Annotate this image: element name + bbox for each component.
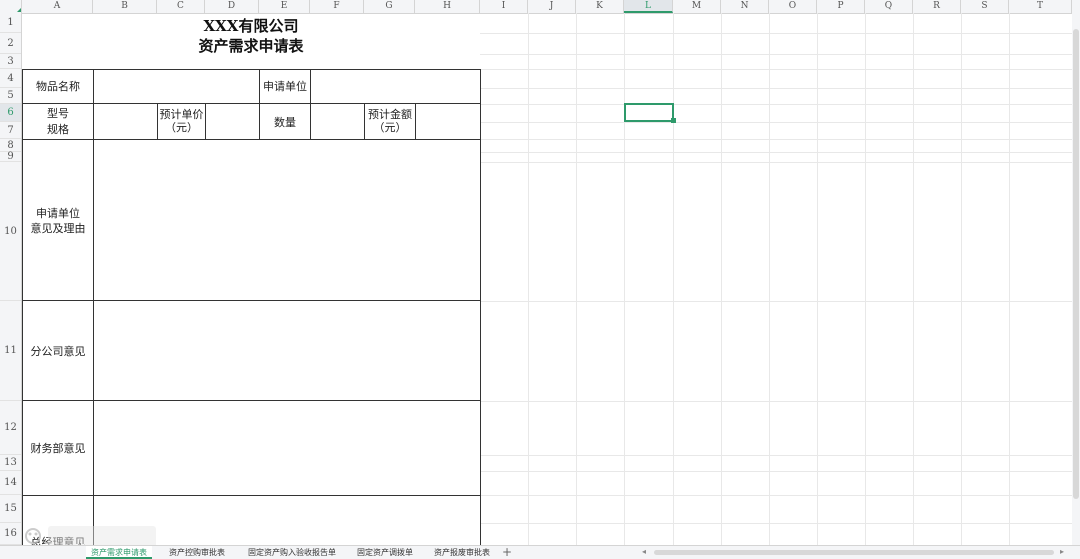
column-header-n[interactable]: N (721, 0, 769, 13)
column-header-d[interactable]: D (205, 0, 259, 13)
column-header-f[interactable]: F (310, 0, 364, 13)
applicant-unit-label: 申请单位 (263, 80, 307, 93)
vertical-scroll-thumb[interactable] (1073, 29, 1079, 499)
column-header-t[interactable]: T (1009, 0, 1072, 13)
row-header-3[interactable]: 3 (0, 54, 21, 69)
scroll-right-icon[interactable]: ▸ (1060, 547, 1064, 556)
column-header-c[interactable]: C (157, 0, 205, 13)
sheet-tab-asset-request[interactable]: 资产需求申请表 (86, 546, 152, 559)
row-header-14[interactable]: 14 (0, 471, 21, 495)
row-header-16[interactable]: 16 (0, 523, 21, 545)
form-title: 资产需求申请表 (198, 37, 304, 55)
row-header-10[interactable]: 10 (0, 162, 21, 301)
select-all-indicator (17, 8, 21, 12)
row-header-bar: 1 2 3 4 5 6 7 8 9 10 11 12 13 14 15 16 (0, 13, 22, 545)
column-header-k[interactable]: K (576, 0, 624, 13)
scroll-left-icon[interactable]: ◂ (642, 547, 646, 556)
quantity-label: 数量 (274, 116, 296, 129)
column-header-e[interactable]: E (259, 0, 310, 13)
column-header-b[interactable]: B (93, 0, 157, 13)
row-header-2[interactable]: 2 (0, 33, 21, 54)
column-header-bar: A B C D E F G H I J K L M N O P Q R S T (0, 0, 1080, 14)
column-header-m[interactable]: M (673, 0, 721, 13)
row-header-7[interactable]: 7 (0, 122, 21, 139)
column-header-o[interactable]: O (769, 0, 817, 13)
column-header-g[interactable]: G (364, 0, 415, 13)
row-header-1[interactable]: 1 (0, 13, 21, 33)
est-unit-price-label: 预计单价 （元） (159, 108, 204, 134)
horizontal-scrollbar[interactable]: ◂ ▸ (640, 547, 1070, 556)
sheet-tab-asset-scrap-approval[interactable]: 资产报废审批表 (430, 546, 494, 559)
column-header-s[interactable]: S (961, 0, 1009, 13)
fill-handle[interactable] (671, 118, 676, 123)
est-amount-label: 预计金额 （元） (368, 108, 412, 134)
row-header-5[interactable]: 5 (0, 88, 21, 104)
item-name-label: 物品名称 (36, 80, 80, 93)
row-header-9[interactable]: 9 (0, 151, 21, 162)
column-header-h[interactable]: H (415, 0, 480, 13)
row-header-13[interactable]: 13 (0, 455, 21, 471)
row-header-15[interactable]: 15 (0, 495, 21, 523)
select-all-corner[interactable] (0, 0, 22, 13)
row-header-12[interactable]: 12 (0, 401, 21, 455)
worksheet-grid[interactable]: XXX有限公司 资产需求申请表 物品名称 申请单位 型号 规格 预计单价 （元）… (22, 13, 1080, 545)
column-header-r[interactable]: R (913, 0, 961, 13)
horizontal-scroll-thumb[interactable] (654, 550, 1054, 555)
sheet-tab-fixed-asset-transfer[interactable]: 固定资产调拨单 (352, 546, 418, 559)
column-header-j[interactable]: J (528, 0, 576, 13)
column-header-q[interactable]: Q (865, 0, 913, 13)
active-cell[interactable] (624, 103, 674, 122)
row-header-11[interactable]: 11 (0, 301, 21, 401)
company-name: XXX有限公司 (203, 17, 299, 35)
branch-opinion-label: 分公司意见 (30, 345, 86, 358)
row-header-4[interactable]: 4 (0, 69, 21, 88)
sheet-tab-bar: 资产需求申请表 资产控购审批表 固定资产购入验收报告单 固定资产调拨单 资产报废… (0, 545, 1080, 559)
column-header-l[interactable]: L (624, 0, 673, 13)
plus-icon[interactable]: + (502, 545, 512, 559)
vertical-scrollbar[interactable] (1072, 13, 1080, 545)
column-header-a[interactable]: A (22, 0, 93, 13)
sheet-tab-asset-control-approval[interactable]: 资产控购审批表 (163, 546, 231, 559)
row-header-6[interactable]: 6 (0, 104, 21, 122)
column-header-i[interactable]: I (480, 0, 528, 13)
model-spec-label: 型号 规格 (47, 107, 69, 136)
column-header-p[interactable]: P (817, 0, 865, 13)
finance-opinion-label: 财务部意见 (30, 442, 86, 455)
applicant-opinion-label: 申请单位 意见及理由 (30, 207, 86, 235)
sheet-tab-fixed-asset-acceptance[interactable]: 固定资产购入验收报告单 (243, 546, 341, 559)
